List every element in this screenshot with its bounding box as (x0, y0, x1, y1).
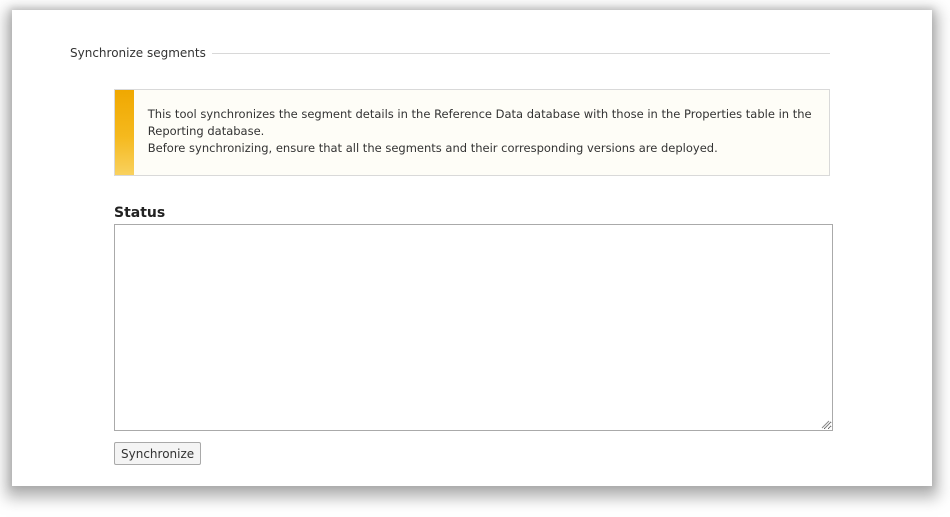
info-warning: Before synchronizing, ensure that all th… (147, 141, 718, 155)
section-legend: Synchronize segments (70, 46, 206, 60)
status-label: Status (114, 205, 166, 221)
info-accent-bar (115, 90, 134, 175)
status-textarea[interactable] (114, 224, 833, 431)
fieldset-header: Synchronize segments (70, 44, 830, 62)
info-description: This tool synchronizes the segment detai… (147, 107, 812, 138)
synchronize-button[interactable]: Synchronize (114, 442, 202, 465)
info-text: This tool synchronizes the segment detai… (134, 90, 829, 175)
info-notice: This tool synchronizes the segment detai… (114, 89, 830, 176)
legend-divider (211, 52, 830, 54)
